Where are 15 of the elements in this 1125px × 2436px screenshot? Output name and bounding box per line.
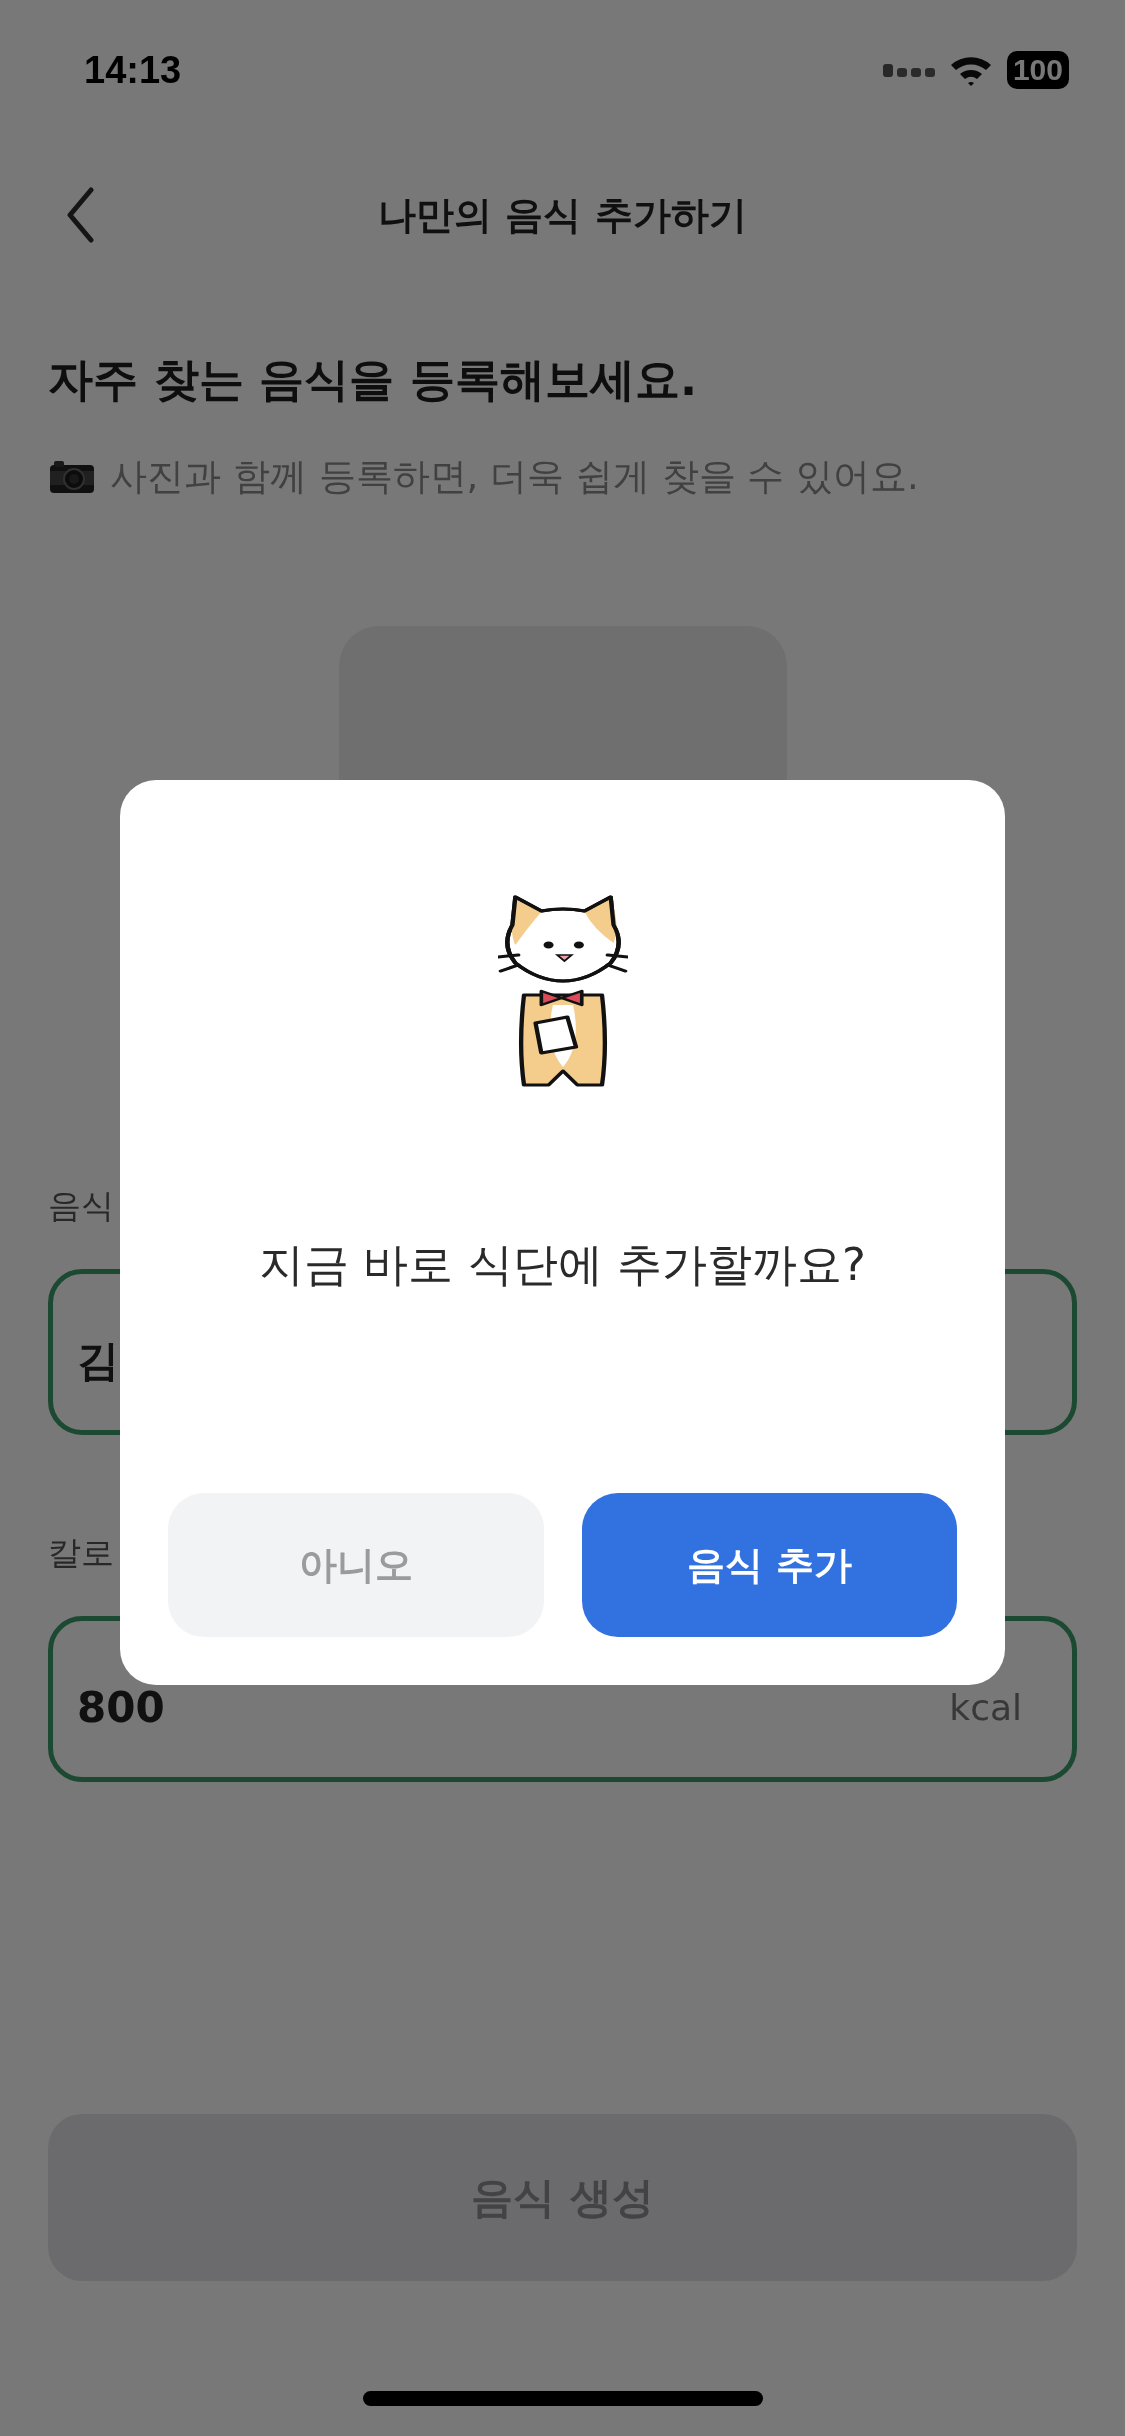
status-time: 14:13: [84, 48, 182, 92]
field-value: 800: [77, 1687, 165, 1729]
field-value: 김: [77, 1340, 119, 1382]
add-food-button[interactable]: 음식 추가: [581, 1493, 957, 1637]
dialog-message: 지금 바로 식단에 추가할까요?: [259, 1237, 866, 1293]
camera-icon: [48, 459, 96, 495]
field-label: 음식: [48, 1185, 114, 1227]
field-label: 칼로: [48, 1532, 114, 1574]
back-icon[interactable]: [66, 187, 94, 243]
battery-level: 100: [1006, 51, 1069, 89]
intro-heading: 자주 찾는 음식을 등록해보세요.: [48, 352, 699, 408]
screen-title: 나만의 음식 추가하기: [378, 191, 747, 239]
cancel-button[interactable]: 아니오: [168, 1493, 544, 1637]
signal-icon: [882, 62, 935, 78]
unit-label: kcal: [949, 1690, 1022, 1726]
